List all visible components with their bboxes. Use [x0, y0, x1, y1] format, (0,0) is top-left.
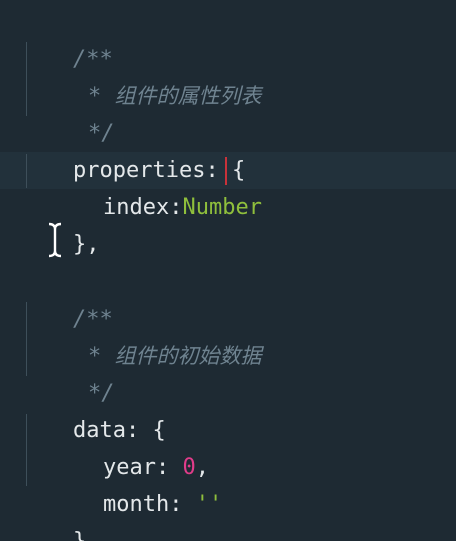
code-line-11: data: {	[20, 375, 166, 443]
code-line-14: },	[20, 486, 100, 541]
code-line-8: /**	[20, 264, 113, 332]
brace-close: },	[72, 232, 100, 257]
comment-text: 组件的初始数据	[114, 344, 262, 368]
brace-close: },	[73, 529, 100, 541]
code-line-3: */	[35, 78, 115, 146]
code-line-5: index:Number	[50, 152, 262, 220]
field-name: month	[102, 492, 170, 517]
text-cursor-icon	[48, 222, 62, 258]
punct-colon: :	[169, 195, 183, 220]
string-literal: ''	[195, 492, 223, 517]
code-line-6: },	[20, 189, 100, 257]
text-caret	[225, 157, 227, 185]
code-line-4: properties: {	[20, 115, 245, 183]
code-line-1: /**	[20, 4, 113, 72]
code-line-9: * 组件的初始数据	[35, 301, 262, 369]
code-line-13: month: ''	[50, 449, 222, 517]
code-line-10: */	[35, 338, 115, 406]
punct-colon: :	[169, 492, 183, 517]
prop-type: Number	[182, 195, 262, 220]
code-line-12: year: 0,	[50, 412, 209, 480]
code-line-2: * 组件的属性列表	[35, 41, 262, 109]
comment-text: 组件的属性列表	[114, 84, 262, 108]
prop-name: index	[102, 195, 170, 220]
code-editor[interactable]: /** * 组件的属性列表 */ properties: { index:Num…	[0, 0, 456, 541]
